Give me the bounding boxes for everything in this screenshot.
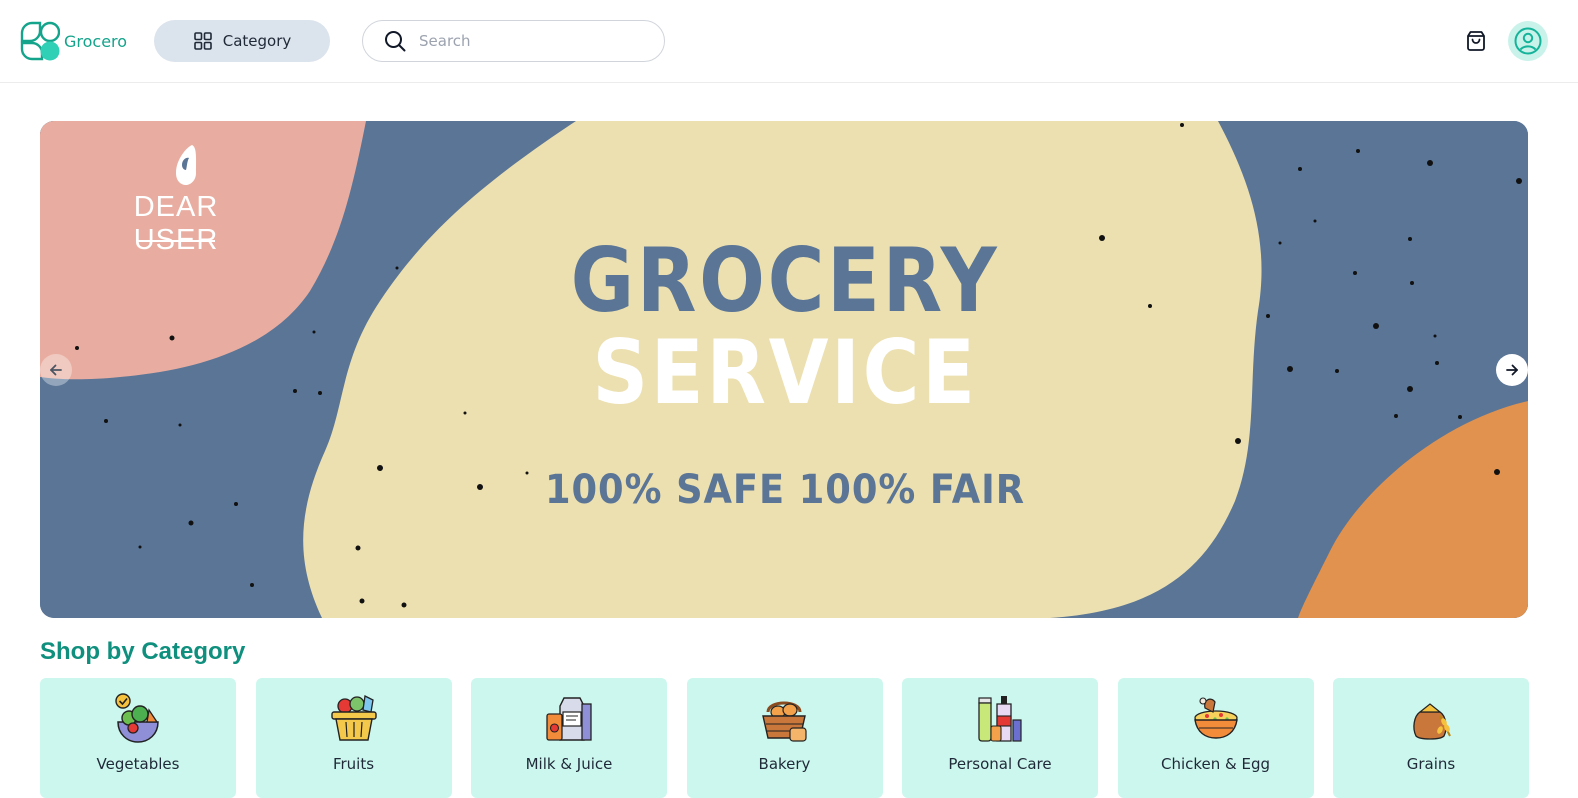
banner-title-line2: SERVICE bbox=[592, 321, 978, 424]
shop-by-category-heading: Shop by Category bbox=[40, 638, 246, 665]
brand-name: Grocero bbox=[64, 31, 128, 51]
category-button-label: Category bbox=[222, 32, 292, 50]
category-label: Chicken & Egg bbox=[1160, 755, 1271, 773]
category-card-grains[interactable]: Grains bbox=[1333, 678, 1529, 798]
top-navbar: Grocero Category bbox=[0, 0, 1578, 83]
cart-button[interactable] bbox=[1462, 27, 1490, 55]
category-label: Personal Care bbox=[948, 755, 1052, 773]
brand-logo[interactable]: Grocero bbox=[20, 21, 127, 61]
chicken-egg-icon bbox=[1193, 697, 1238, 739]
category-list: Vegetables Fruits Milk & Juice Bakery Pe… bbox=[40, 678, 1540, 798]
user-icon bbox=[1514, 27, 1542, 55]
category-card-milk-juice[interactable]: Milk & Juice bbox=[471, 678, 667, 798]
promo-banner-carousel[interactable]: DEAR USER GROCERY SERVICE 100% SAFE 100%… bbox=[40, 121, 1528, 618]
category-card-personal-care[interactable]: Personal Care bbox=[902, 678, 1098, 798]
shopping-bag-icon bbox=[1467, 31, 1485, 51]
category-label: Bakery bbox=[758, 755, 811, 773]
grid-icon bbox=[193, 32, 212, 50]
category-label: Grains bbox=[1406, 755, 1456, 773]
category-card-fruits[interactable]: Fruits bbox=[255, 678, 452, 798]
search-icon bbox=[385, 31, 406, 52]
grains-sack-icon bbox=[1413, 703, 1451, 740]
category-card-vegetables[interactable]: Vegetables bbox=[40, 678, 236, 798]
bakery-basket-icon bbox=[761, 701, 807, 742]
banner-greeting: DEAR USER bbox=[133, 191, 219, 256]
carousel-prev-button[interactable] bbox=[40, 354, 72, 386]
vegetables-icon bbox=[115, 693, 159, 743]
arrow-left-icon bbox=[50, 364, 62, 376]
category-button[interactable]: Category bbox=[154, 20, 330, 62]
search-input[interactable] bbox=[419, 32, 639, 50]
banner-title-line1: GROCERY bbox=[570, 229, 1000, 332]
category-label: Fruits bbox=[332, 755, 375, 773]
logo-icon bbox=[20, 21, 60, 61]
search-bar bbox=[362, 20, 665, 62]
personal-care-icon bbox=[978, 696, 1022, 742]
category-card-bakery[interactable]: Bakery bbox=[686, 678, 883, 798]
user-avatar-button[interactable] bbox=[1508, 21, 1548, 61]
carousel-next-button[interactable] bbox=[1496, 354, 1528, 386]
banner-subtitle: 100% SAFE 100% FAIR bbox=[545, 467, 1025, 513]
fruits-basket-icon bbox=[330, 695, 377, 741]
banner-divider bbox=[136, 240, 215, 242]
arrow-right-icon bbox=[1506, 364, 1518, 376]
category-label: Vegetables bbox=[96, 755, 180, 773]
category-card-chicken-egg[interactable]: Chicken & Egg bbox=[1117, 678, 1314, 798]
category-label: Milk & Juice bbox=[525, 755, 613, 773]
milk-juice-icon bbox=[546, 697, 592, 741]
